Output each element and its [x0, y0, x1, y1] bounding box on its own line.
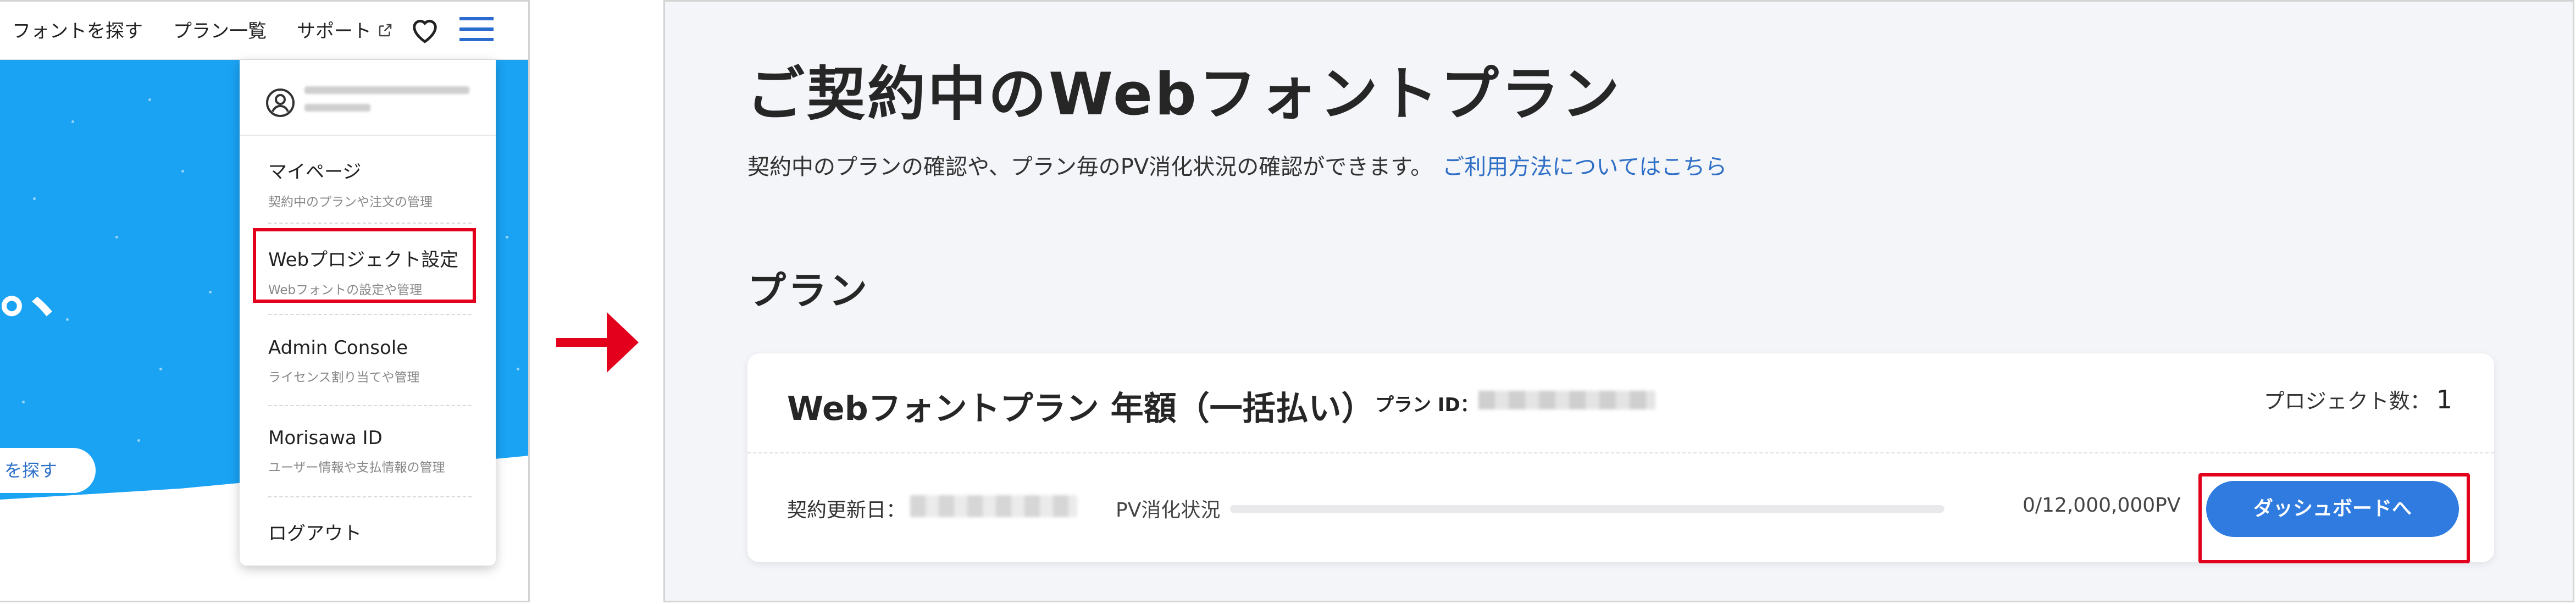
redacted-renewal-date: [910, 495, 1077, 517]
nav-support-link[interactable]: サポート: [297, 16, 394, 43]
menu-item-title: ログアウト: [268, 523, 362, 545]
nav-plans-link[interactable]: プラン一覧: [173, 16, 267, 43]
menu-item-subtitle: ライセンス割り当てや管理: [268, 370, 420, 385]
top-navigation: フォントを探す プラン一覧 サポート: [0, 2, 528, 60]
plan-name: Webフォントプラン 年額（一括払い）: [787, 390, 1375, 428]
external-link-icon: [379, 24, 392, 37]
menu-item-title: Morisawa ID: [268, 427, 383, 449]
menu-item-subtitle: ユーザー情報や支払情報の管理: [268, 461, 445, 475]
plan-id-label: プラン ID：: [1375, 394, 1479, 416]
user-icon: [266, 88, 295, 117]
after-screenshot: ご契約中のWebフォントプラン 契約中のプランの確認や、プラン毎のPV消化状況の…: [663, 0, 2574, 602]
heart-icon[interactable]: [409, 15, 441, 45]
help-link[interactable]: ご利用方法についてはこちら: [1442, 154, 1727, 180]
menu-divider: [268, 405, 472, 406]
project-count: プロジェクト数： 1: [2264, 384, 2452, 414]
section-title: プラン: [747, 268, 869, 313]
menu-item-logout[interactable]: ログアウト: [268, 518, 472, 545]
menu-item-title: Admin Console: [268, 337, 408, 359]
redacted-plan-id: [1478, 391, 1655, 409]
hero-glyph: 。、: [0, 256, 91, 326]
pv-status-label: PV消化状況: [1116, 499, 1221, 522]
before-screenshot: フォントを探す プラン一覧 サポート 。、 を探す 一覧 マイページ 契約中のプ…: [0, 0, 530, 602]
highlight-box-dashboard-button: [2198, 473, 2470, 563]
page-description-text: 契約中のプランの確認や、プラン毎のPV消化状況の確認ができます。: [747, 154, 1433, 180]
redacted-user-email: [304, 86, 469, 121]
page-title: ご契約中のWebフォントプラン: [746, 60, 1622, 128]
plan-card: Webフォントプラン 年額（一括払い） プラン ID： プロジェクト数： 1 契約…: [747, 353, 2494, 563]
arrow-right-icon: [556, 312, 639, 373]
renewal-date-label: 契約更新日：: [787, 499, 906, 522]
pv-progress-bar: [1230, 505, 1945, 513]
pv-value: 0/12,000,000PV: [2023, 494, 2181, 517]
nav-find-fonts-link[interactable]: フォントを探す: [12, 16, 143, 43]
hero-find-button[interactable]: を探す: [0, 448, 96, 493]
hero-list-button[interactable]: 一覧: [0, 512, 96, 552]
highlight-box-web-project-settings: [253, 228, 476, 303]
menu-divider: [268, 314, 472, 315]
project-count-label: プロジェクト数：: [2263, 389, 2431, 413]
account-dropdown-menu: マイページ 契約中のプランや注文の管理 Webプロジェクト設定 Webフォントの…: [240, 60, 496, 566]
page-description: 契約中のプランの確認や、プラン毎のPV消化状況の確認ができます。 ご利用方法につい…: [747, 149, 1727, 181]
menu-divider: [268, 496, 472, 497]
menu-item-title: マイページ: [268, 161, 362, 183]
menu-item-admin-console[interactable]: Admin Console ライセンス割り当てや管理: [268, 337, 472, 385]
account-row[interactable]: [240, 70, 496, 136]
plan-card-header: Webフォントプラン 年額（一括払い） プラン ID： プロジェクト数： 1: [747, 353, 2494, 453]
menu-item-morisawa-id[interactable]: Morisawa ID ユーザー情報や支払情報の管理: [268, 427, 472, 475]
menu-item-subtitle: 契約中のプランや注文の管理: [268, 195, 433, 209]
menu-divider: [268, 223, 472, 224]
project-count-value: 1: [2436, 385, 2452, 414]
hamburger-menu-icon[interactable]: [459, 14, 494, 45]
nav-support-label: サポート: [297, 20, 372, 42]
menu-item-mypage[interactable]: マイページ 契約中のプランや注文の管理: [268, 157, 472, 210]
